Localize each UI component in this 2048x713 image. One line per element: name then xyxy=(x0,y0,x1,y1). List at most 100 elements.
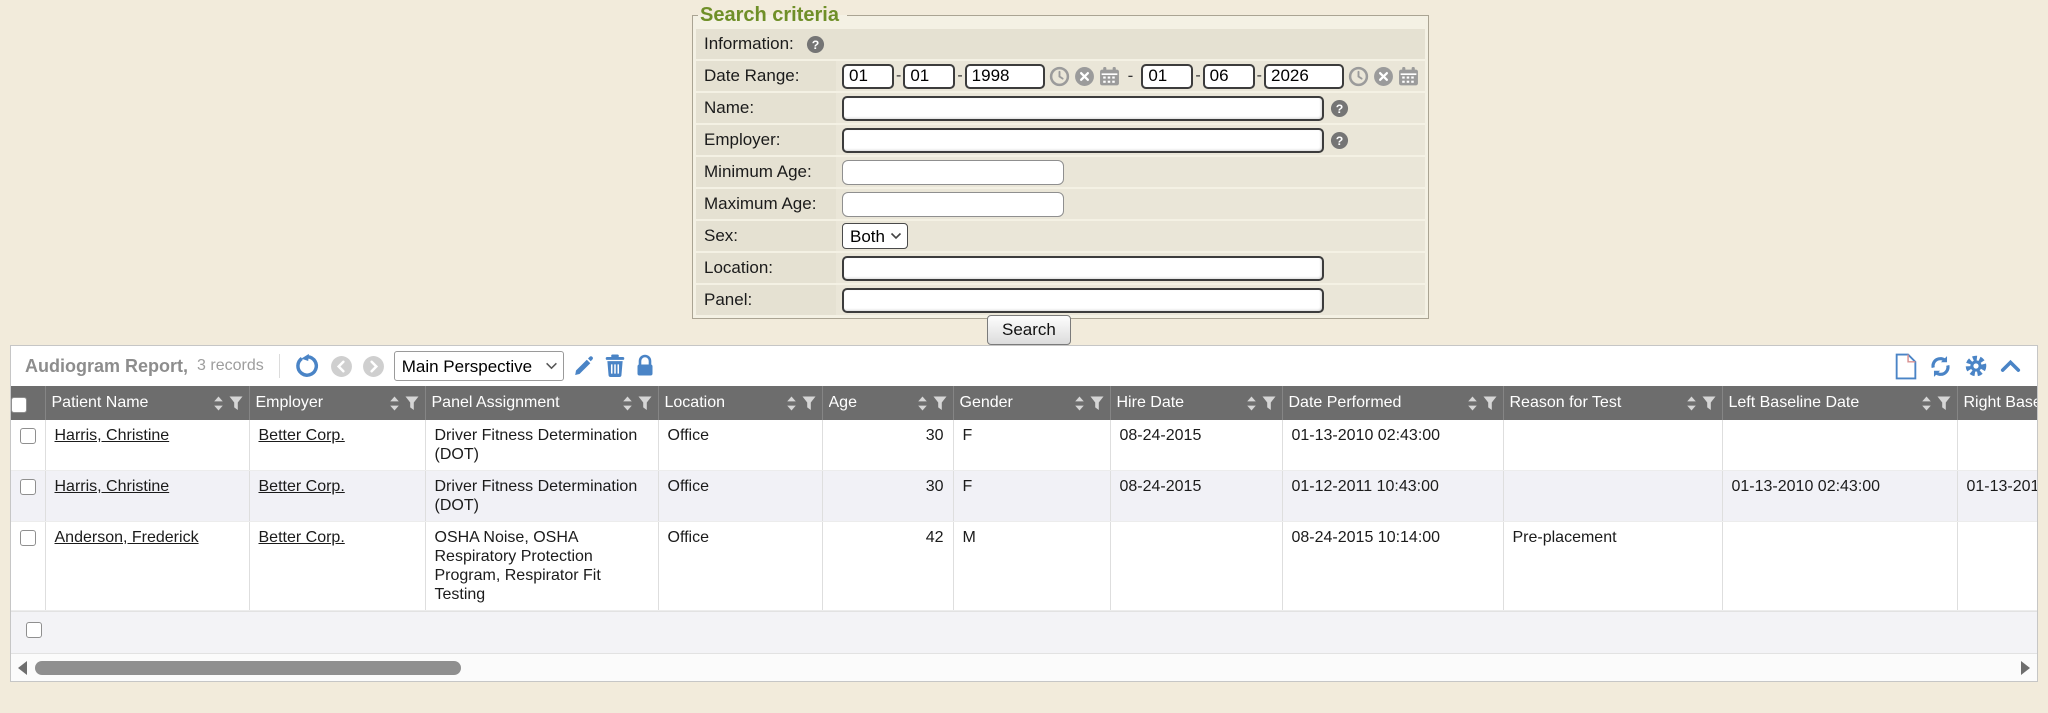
date-to-year-input[interactable] xyxy=(1264,64,1344,89)
date-to-month-input[interactable] xyxy=(1141,64,1193,89)
employer-link[interactable]: Better Corp. xyxy=(259,427,345,444)
clear-date-icon[interactable] xyxy=(1074,66,1095,87)
column-header-hire-date[interactable]: Hire Date xyxy=(1110,386,1282,420)
scroll-left-arrow-icon[interactable] xyxy=(18,661,27,675)
reason-for-test-cell xyxy=(1503,420,1722,471)
gender-cell: M xyxy=(953,522,1110,611)
report-title: Audiogram Report, xyxy=(25,356,188,377)
row-checkbox[interactable] xyxy=(20,479,36,495)
sort-icon[interactable] xyxy=(1074,396,1085,411)
calendar-icon[interactable] xyxy=(1398,66,1419,87)
sort-icon[interactable] xyxy=(213,396,224,411)
column-header-left-baseline-date[interactable]: Left Baseline Date xyxy=(1722,386,1957,420)
date-from-month-input[interactable] xyxy=(842,64,894,89)
information-help-icon[interactable]: ? xyxy=(806,35,825,54)
filter-icon[interactable] xyxy=(1702,396,1716,411)
perspective-select[interactable]: Main Perspective xyxy=(394,351,564,381)
sort-icon[interactable] xyxy=(786,396,797,411)
search-criteria-legend: Search criteria xyxy=(698,4,847,27)
filter-icon[interactable] xyxy=(1090,396,1104,411)
next-page-icon[interactable] xyxy=(362,355,385,378)
employer-link[interactable]: Better Corp. xyxy=(259,529,345,546)
clear-date-icon[interactable] xyxy=(1373,66,1394,87)
row-checkbox-cell xyxy=(11,420,45,471)
table-row: Harris, Christine Better Corp. Driver Fi… xyxy=(11,471,2037,522)
export-document-icon[interactable] xyxy=(1894,353,1918,380)
horizontal-scrollbar[interactable] xyxy=(11,653,2037,682)
employer-input[interactable] xyxy=(842,128,1324,153)
employer-link[interactable]: Better Corp. xyxy=(259,478,345,495)
footer-checkbox[interactable] xyxy=(26,622,42,638)
maximum-age-input[interactable] xyxy=(842,192,1064,217)
time-icon[interactable] xyxy=(1348,66,1369,87)
filter-icon[interactable] xyxy=(1483,396,1497,411)
calendar-icon[interactable] xyxy=(1099,66,1120,87)
search-button[interactable]: Search xyxy=(987,315,1071,345)
date-from-day-input[interactable] xyxy=(903,64,955,89)
sort-icon[interactable] xyxy=(1467,396,1478,411)
location-cell: Office xyxy=(658,420,822,471)
name-input[interactable] xyxy=(842,96,1324,121)
edit-perspective-icon[interactable] xyxy=(573,355,595,377)
filter-icon[interactable] xyxy=(229,396,243,411)
date-dash: - xyxy=(1195,67,1200,85)
column-header-patient-name[interactable]: Patient Name xyxy=(45,386,249,420)
left-baseline-date-cell xyxy=(1722,420,1957,471)
name-help-icon[interactable]: ? xyxy=(1330,99,1349,118)
search-criteria-panel: Search criteria Information: ? Date Rang… xyxy=(692,4,1429,319)
select-all-checkbox[interactable] xyxy=(11,397,27,413)
sort-icon[interactable] xyxy=(917,396,928,411)
svg-text:?: ? xyxy=(811,37,819,51)
date-dash: - xyxy=(957,67,962,85)
patient-name-link[interactable]: Harris, Christine xyxy=(55,478,170,495)
employer-help-icon[interactable]: ? xyxy=(1330,131,1349,150)
panel-input[interactable] xyxy=(842,288,1324,313)
column-header-gender[interactable]: Gender xyxy=(953,386,1110,420)
date-to-day-input[interactable] xyxy=(1203,64,1255,89)
row-checkbox-cell xyxy=(11,522,45,611)
sex-select[interactable]: Both xyxy=(842,223,908,249)
patient-name-link[interactable]: Anderson, Frederick xyxy=(55,529,199,546)
column-header-reason-for-test[interactable]: Reason for Test xyxy=(1503,386,1722,420)
column-header-date-performed[interactable]: Date Performed xyxy=(1282,386,1503,420)
column-header-panel-assignment[interactable]: Panel Assignment xyxy=(425,386,658,420)
patient-name-cell: Anderson, Frederick xyxy=(45,522,249,611)
filter-icon[interactable] xyxy=(1262,396,1276,411)
filter-icon[interactable] xyxy=(933,396,947,411)
location-input[interactable] xyxy=(842,256,1324,281)
sort-icon[interactable] xyxy=(389,396,400,411)
column-header-employer[interactable]: Employer xyxy=(249,386,425,420)
column-header-location[interactable]: Location xyxy=(658,386,822,420)
minimum-age-input[interactable] xyxy=(842,160,1064,185)
filter-icon[interactable] xyxy=(1937,396,1951,411)
row-checkbox[interactable] xyxy=(20,428,36,444)
prev-page-icon[interactable] xyxy=(330,355,353,378)
settings-gear-icon[interactable] xyxy=(1963,353,1989,379)
report-toolbar: Audiogram Report, 3 records Main Perspec… xyxy=(11,346,2037,386)
filter-icon[interactable] xyxy=(405,396,419,411)
lock-icon[interactable] xyxy=(635,354,655,378)
sort-icon[interactable] xyxy=(1921,396,1932,411)
toolbar-divider xyxy=(279,354,280,378)
filter-icon[interactable] xyxy=(802,396,816,411)
time-icon[interactable] xyxy=(1049,66,1070,87)
sort-icon[interactable] xyxy=(622,396,633,411)
date-from-year-input[interactable] xyxy=(965,64,1045,89)
patient-name-link[interactable]: Harris, Christine xyxy=(55,427,170,444)
panel-label: Panel: xyxy=(696,285,836,315)
sort-icon[interactable] xyxy=(1246,396,1257,411)
column-header-age[interactable]: Age xyxy=(822,386,953,420)
column-header-right-baseline-date[interactable]: Right Baseline Date xyxy=(1957,386,2037,420)
minimum-age-row: Minimum Age: xyxy=(696,157,1425,187)
collapse-panel-icon[interactable] xyxy=(1998,354,2023,379)
sort-icon[interactable] xyxy=(1686,396,1697,411)
refresh-icon[interactable] xyxy=(1927,353,1954,380)
delete-perspective-icon[interactable] xyxy=(604,354,626,378)
undo-icon[interactable] xyxy=(295,353,321,379)
employer-cell: Better Corp. xyxy=(249,522,425,611)
scroll-right-arrow-icon[interactable] xyxy=(2021,661,2030,675)
filter-icon[interactable] xyxy=(638,396,652,411)
empty-footer-row xyxy=(11,611,2037,653)
row-checkbox[interactable] xyxy=(20,530,36,546)
scrollbar-thumb[interactable] xyxy=(35,661,461,675)
